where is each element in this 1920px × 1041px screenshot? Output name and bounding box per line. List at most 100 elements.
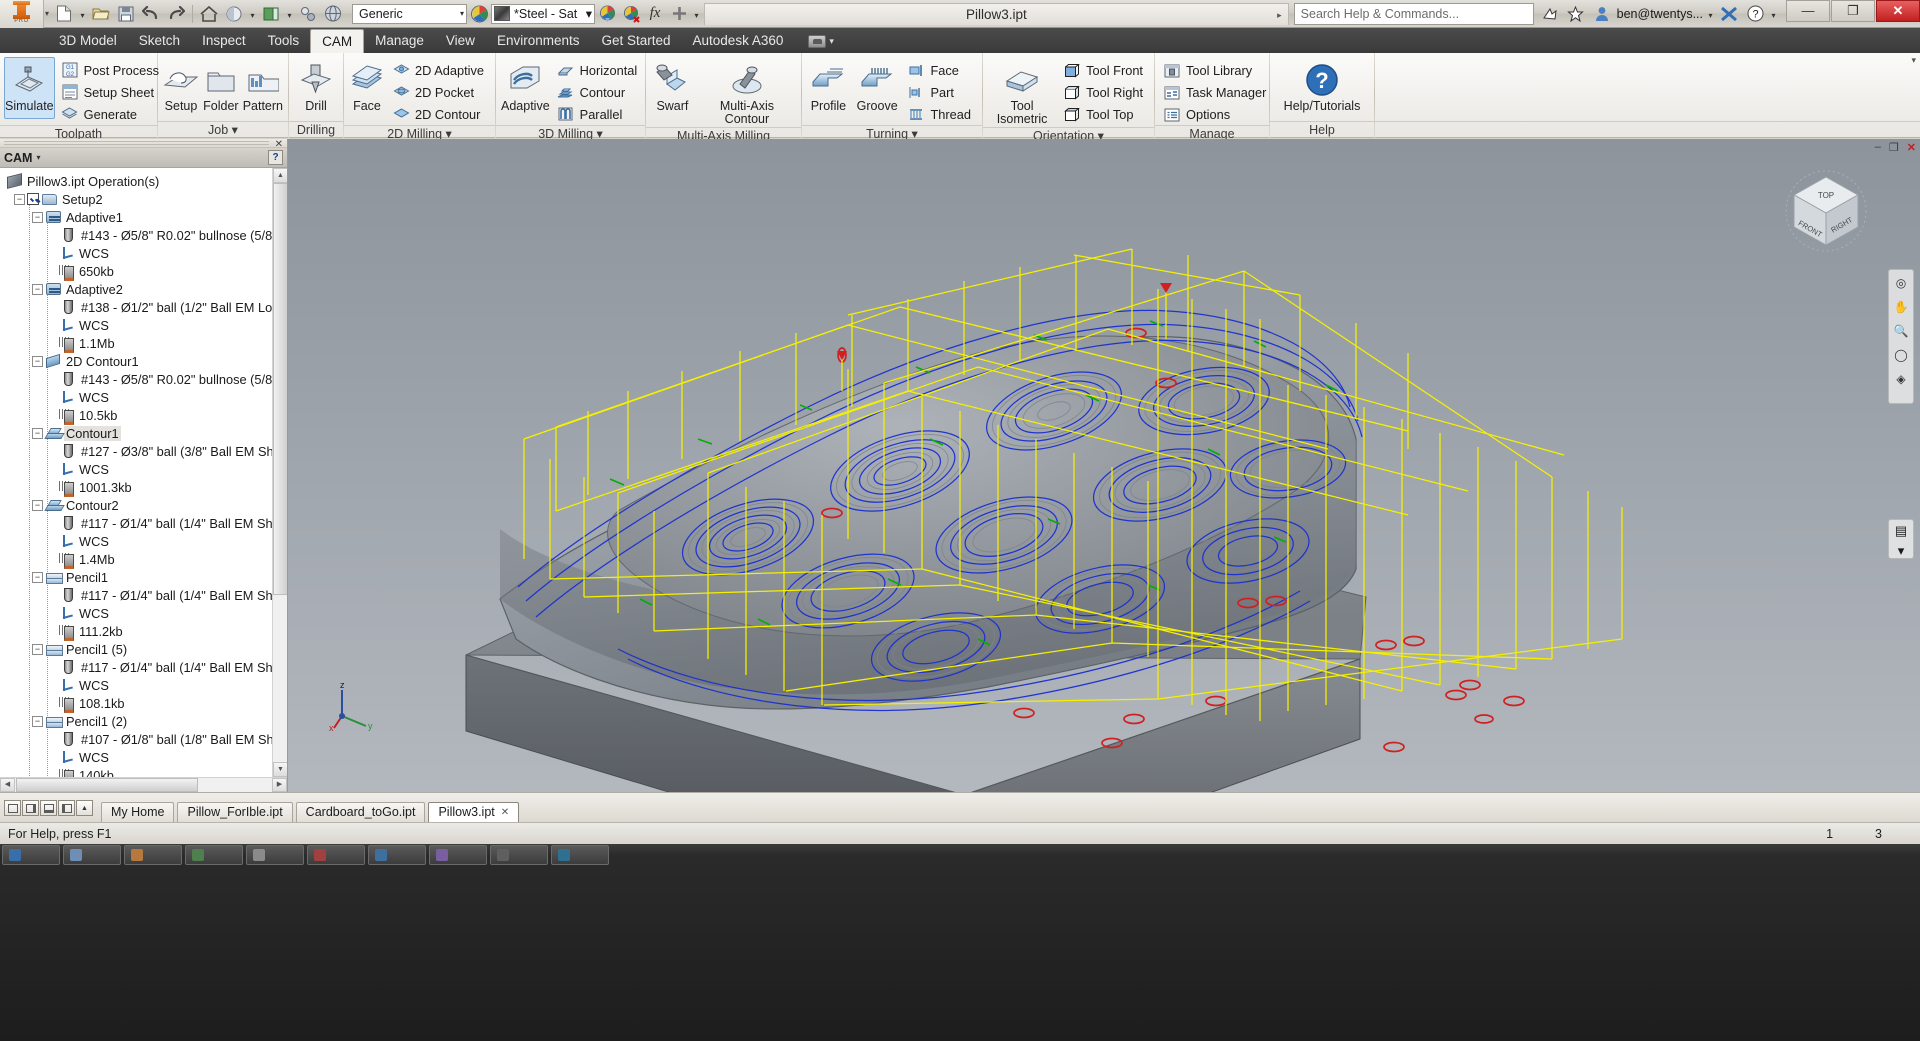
tree-ncfile[interactable]: 1.4Mb xyxy=(0,550,287,569)
2d-contour-button[interactable]: 2D Contour xyxy=(388,103,491,125)
contour-button[interactable]: Contour xyxy=(553,81,645,103)
search-input[interactable]: Search Help & Commands... xyxy=(1293,2,1534,25)
appearance-combo[interactable]: *Steel - Sat ▾ xyxy=(491,3,596,24)
user-avatar-icon[interactable] xyxy=(1589,2,1615,26)
new-file-icon[interactable] xyxy=(52,2,76,26)
tree-tool[interactable]: #117 - Ø1/4" ball (1/4" Ball EM Short xyxy=(0,658,287,676)
tree-operation[interactable]: − Adaptive1 xyxy=(0,208,287,226)
tree-tool[interactable]: #107 - Ø1/8" ball (1/8" Ball EM Short xyxy=(0,730,287,748)
close-button[interactable]: ✕ xyxy=(1876,0,1920,22)
pan-hand-icon[interactable]: ✋ xyxy=(1892,297,1911,316)
tree-wcs[interactable]: WCS xyxy=(0,748,287,766)
split-view-button[interactable] xyxy=(40,800,57,816)
taskbar-item-7[interactable] xyxy=(429,845,487,865)
tree-wcs[interactable]: WCS xyxy=(0,388,287,406)
color-wheel-clear-icon[interactable] xyxy=(619,2,643,26)
new-file-caret-icon[interactable]: ▾ xyxy=(77,2,88,26)
horizontal-button[interactable]: Horizontal xyxy=(553,59,645,81)
face-button[interactable]: Face xyxy=(348,57,386,119)
tab-sketch[interactable]: Sketch xyxy=(128,29,191,53)
doc-tab-my-home[interactable]: My Home xyxy=(101,802,175,822)
title-overflow-arrow-icon[interactable]: ▸ xyxy=(1277,4,1282,26)
x-app-store-icon[interactable] xyxy=(1716,2,1742,26)
browser-caret-icon[interactable]: ▾ xyxy=(36,153,40,162)
orbit-icon[interactable]: ◯ xyxy=(1892,345,1911,364)
fx-icon[interactable]: fx xyxy=(643,2,667,26)
shaded-display-icon[interactable] xyxy=(222,2,246,26)
swarf-button[interactable]: Swarf xyxy=(650,57,695,119)
material-caret-icon[interactable]: ▾ xyxy=(457,9,464,18)
groove-button[interactable]: Groove xyxy=(853,57,902,119)
parameters-icon[interactable] xyxy=(296,2,320,26)
turn-part-button[interactable]: Part xyxy=(903,81,978,103)
browser-hscroll-thumb[interactable] xyxy=(16,778,198,792)
tab-manage[interactable]: Manage xyxy=(364,29,435,53)
look-at-icon[interactable]: ◈ xyxy=(1892,369,1911,388)
op-collapse-toggle[interactable]: − xyxy=(32,571,43,583)
pattern-button[interactable]: Pattern xyxy=(242,57,284,119)
undo-arrow-icon[interactable] xyxy=(139,2,163,26)
viewport-close-button[interactable]: ✕ xyxy=(1907,141,1916,154)
globe-material-icon[interactable] xyxy=(321,2,345,26)
drill-button[interactable]: Drill xyxy=(293,57,339,119)
2d-adaptive-button[interactable]: 2D Adaptive xyxy=(388,59,491,81)
scroll-left-arrow-icon[interactable]: ◀ xyxy=(0,778,15,792)
columns-view-button[interactable] xyxy=(58,800,75,816)
taskbar-item-3[interactable] xyxy=(185,845,243,865)
zoom-magnifier-icon[interactable]: 🔍 xyxy=(1892,321,1911,340)
tree-operation[interactable]: − Pencil1 (2) xyxy=(0,712,287,730)
tree-tool[interactable]: #127 - Ø3/8" ball (3/8" Ball EM Short xyxy=(0,442,287,460)
save-disk-icon[interactable] xyxy=(114,2,138,26)
grid-view-button[interactable] xyxy=(22,800,39,816)
tree-ncfile[interactable]: 108.1kb xyxy=(0,694,287,713)
material-browser-icon[interactable] xyxy=(467,2,491,26)
tree-ncfile[interactable]: 111.2kb xyxy=(0,622,287,641)
tree-wcs[interactable]: WCS xyxy=(0,676,287,694)
tool-front-button[interactable]: Tool Front xyxy=(1059,59,1150,81)
user-account-name[interactable]: ben@twentys... xyxy=(1615,7,1705,21)
multi-axis-contour-button[interactable]: Multi-Axis Contour xyxy=(697,57,797,127)
browser-close-icon[interactable]: ✕ xyxy=(275,139,283,150)
minimize-button[interactable]: — xyxy=(1786,0,1830,22)
inventor-logo-button[interactable]: PRO xyxy=(0,0,44,28)
tab-get-started[interactable]: Get Started xyxy=(590,29,681,53)
autodesk-360-icon[interactable] xyxy=(1537,2,1563,26)
view-cube[interactable]: TOP FRONT RIGHT xyxy=(1780,165,1872,257)
profile-button[interactable]: Profile xyxy=(806,57,851,119)
doc-tab-close-icon[interactable]: ✕ xyxy=(501,803,509,822)
parallel-button[interactable]: Parallel xyxy=(553,103,645,125)
options-button[interactable]: Options xyxy=(1159,103,1273,125)
setup-checkbox[interactable] xyxy=(27,193,39,205)
scroll-right-arrow-icon[interactable]: ▶ xyxy=(272,778,287,792)
tab-tools[interactable]: Tools xyxy=(257,29,311,53)
scroll-down-arrow-icon[interactable]: ▼ xyxy=(273,762,287,777)
adaptive-button[interactable]: Adaptive xyxy=(500,57,551,119)
tile-view-button[interactable] xyxy=(4,800,21,816)
op-collapse-toggle[interactable]: − xyxy=(32,499,43,511)
help-caret-icon[interactable]: ▾ xyxy=(1768,2,1779,26)
tab-inspect[interactable]: Inspect xyxy=(191,29,257,53)
tree-wcs[interactable]: WCS xyxy=(0,244,287,262)
display-settings-icon[interactable]: ▤ xyxy=(1895,523,1907,539)
open-folder-icon[interactable] xyxy=(89,2,113,26)
project-caret-icon[interactable]: ▾ xyxy=(284,2,295,26)
tab-environments[interactable]: Environments xyxy=(486,29,591,53)
tree-operation[interactable]: − Adaptive2 xyxy=(0,280,287,298)
op-collapse-toggle[interactable]: − xyxy=(32,643,43,655)
tree-operation[interactable]: − Contour2 xyxy=(0,496,287,514)
home-icon[interactable] xyxy=(197,2,221,26)
tool-isometric-button[interactable]: Tool Isometric xyxy=(987,57,1057,127)
cam-browser-tree[interactable]: Pillow3.ipt Operation(s) − Setup2 − Adap… xyxy=(0,168,287,777)
tabs-overflow-button[interactable]: ▲ xyxy=(76,800,93,816)
browser-vertical-scrollbar[interactable]: ▲ ▼ xyxy=(272,168,287,777)
tree-ncfile[interactable]: 1.1Mb xyxy=(0,334,287,353)
tree-tool[interactable]: #117 - Ø1/4" ball (1/4" Ball EM Short xyxy=(0,586,287,604)
plus-icon[interactable] xyxy=(667,2,691,26)
help-tutorials-button[interactable]: ? Help/Tutorials xyxy=(1274,57,1370,119)
redo-arrow-icon[interactable] xyxy=(164,2,188,26)
tree-tool[interactable]: #138 - Ø1/2" ball (1/2" Ball EM Long) xyxy=(0,298,287,316)
scroll-up-arrow-icon[interactable]: ▲ xyxy=(273,168,287,183)
op-collapse-toggle[interactable]: − xyxy=(32,715,43,727)
tree-wcs[interactable]: WCS xyxy=(0,316,287,334)
ribbon-overflow-caret-icon[interactable]: ▾ xyxy=(1911,55,1916,66)
